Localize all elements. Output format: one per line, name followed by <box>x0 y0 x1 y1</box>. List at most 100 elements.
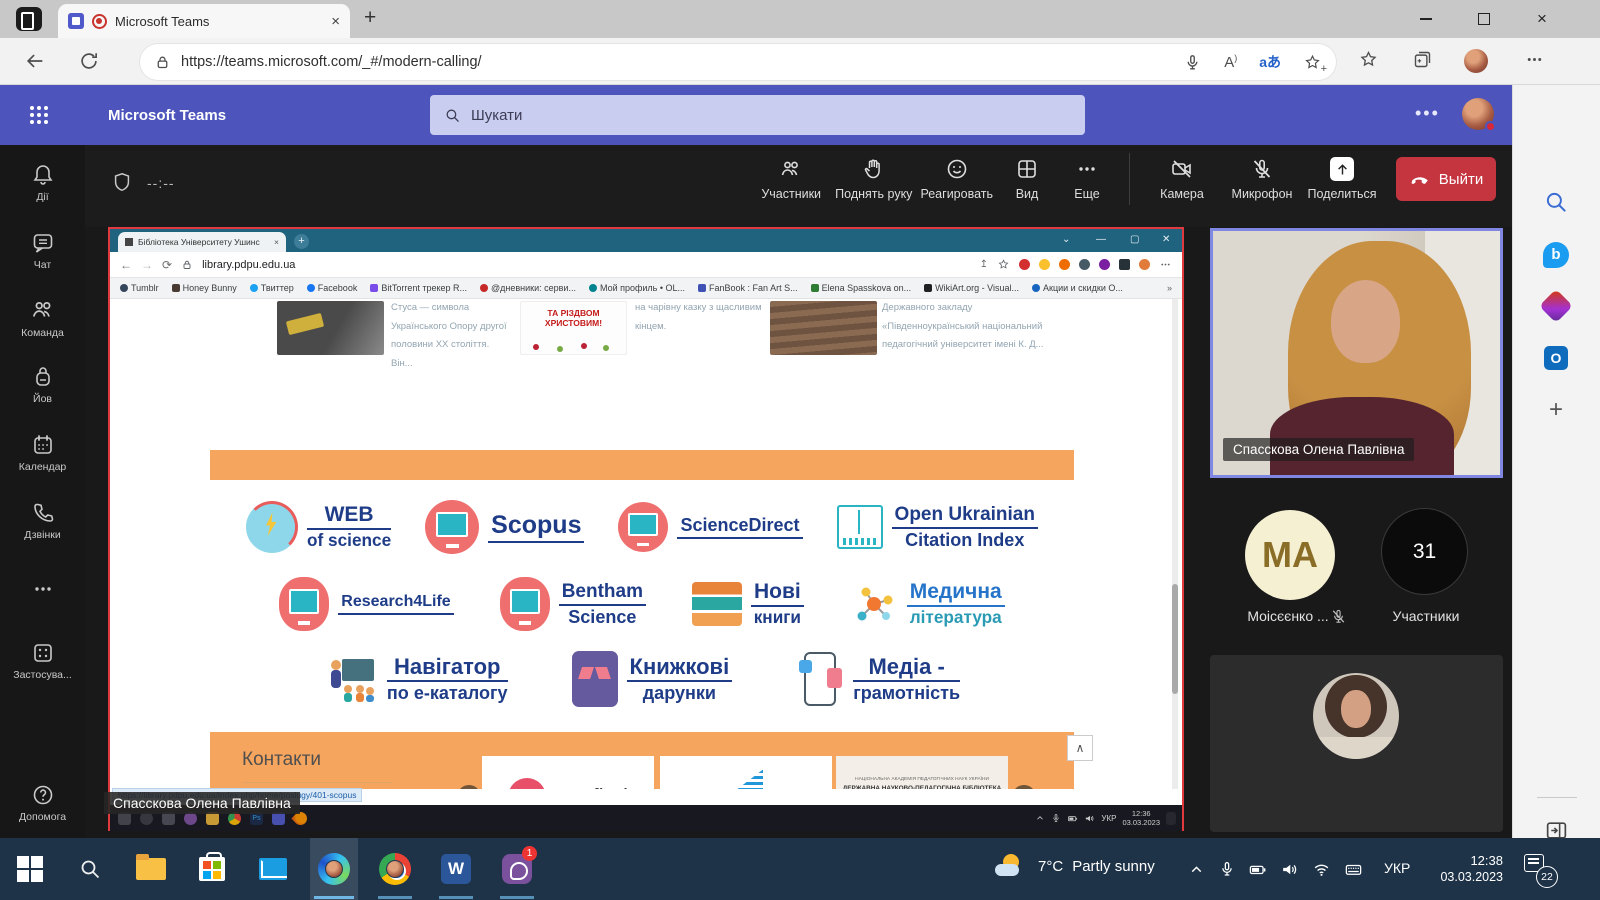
add-favorite-icon[interactable]: + <box>1303 53 1327 75</box>
microsoft365-icon[interactable] <box>1539 289 1573 323</box>
microsoft-store-icon[interactable] <box>188 838 236 900</box>
refresh-icon[interactable] <box>78 50 100 72</box>
window-close-button[interactable]: × <box>1532 9 1552 29</box>
shared-tray-clock[interactable]: 12:36 03.03.2023 <box>1122 809 1160 827</box>
outlook-icon[interactable]: O <box>1541 343 1571 373</box>
share-button[interactable]: Поделиться <box>1306 157 1378 201</box>
chrome-bookmark-icon[interactable] <box>997 258 1010 271</box>
bookmark[interactable]: Elena Spasskova on... <box>810 283 911 293</box>
chrome-back-icon[interactable]: ← <box>120 258 132 272</box>
window-maximize-button[interactable] <box>1474 9 1494 29</box>
resource-book-gifts[interactable]: Книжкові дарунки <box>571 651 733 707</box>
taskbar-search-icon[interactable] <box>66 838 114 900</box>
resource-catalog-navigator[interactable]: Навігатор по е-каталогу <box>324 654 508 704</box>
extension-icon[interactable] <box>1079 259 1090 270</box>
shared-screen[interactable]: Бібліотека Університету Ушинс × + ⌄ — ▢ … <box>108 227 1184 831</box>
chrome-profile-avatar[interactable] <box>1139 259 1150 270</box>
news-thumbnail[interactable] <box>770 301 877 355</box>
tray-clock[interactable]: 12:38 03.03.2023 <box>1428 853 1503 886</box>
extension-icon[interactable] <box>1099 259 1110 270</box>
chrome-minimize-icon[interactable]: — <box>1096 233 1106 247</box>
raise-hand-button[interactable]: Поднять руку <box>835 157 912 201</box>
leave-call-button[interactable]: Выйти <box>1396 157 1496 201</box>
tray-battery-icon[interactable] <box>1248 860 1267 879</box>
camera-button[interactable]: Камера <box>1146 157 1218 201</box>
tray-mic-icon[interactable] <box>1218 860 1236 878</box>
microphone-button[interactable]: Микрофон <box>1226 157 1298 201</box>
chrome-close-icon[interactable]: ✕ <box>1162 233 1170 247</box>
bookmark[interactable]: Tumblr <box>120 283 159 293</box>
news-thumbnail[interactable] <box>277 301 384 355</box>
rail-item-teams[interactable]: Команда <box>0 297 85 339</box>
extension-icon[interactable] <box>1059 259 1070 270</box>
resource-scopus[interactable]: Scopus <box>425 500 585 554</box>
weather-widget[interactable]: 7°C Partly sunny <box>1038 858 1155 875</box>
bookmark[interactable]: Honey Bunny <box>171 283 237 293</box>
voice-search-icon[interactable] <box>1183 53 1202 72</box>
chrome-menu-icon[interactable] <box>1159 258 1172 271</box>
rail-item-calendar[interactable]: Календар <box>0 433 85 473</box>
participant-video-tile[interactable]: Спасскова Олена Павлівна <box>1210 228 1503 478</box>
bing-chat-icon[interactable]: b <box>1541 240 1571 270</box>
browser-settings-icon[interactable] <box>1524 49 1545 70</box>
browser-tab-teams[interactable]: Microsoft Teams × <box>58 4 350 38</box>
rail-item-assignments[interactable]: Йов <box>0 365 85 405</box>
rail-item-chat[interactable]: Чат <box>0 231 85 271</box>
bookmark[interactable]: FanBook : Fan Art S... <box>698 283 798 293</box>
tray-wifi-icon[interactable] <box>1312 860 1331 879</box>
resource-media-literacy[interactable]: Медіа - грамотність <box>796 652 961 706</box>
rail-item-apps[interactable]: Застосува... <box>0 641 85 681</box>
app-launcher-icon[interactable] <box>30 106 48 124</box>
back-icon[interactable] <box>24 50 46 72</box>
resource-medical-literature[interactable]: Медична література <box>850 580 1005 628</box>
sidebar-search-icon[interactable] <box>1541 187 1571 217</box>
chrome-tab-close-icon[interactable]: × <box>274 237 279 247</box>
address-bar[interactable]: https://teams.microsoft.com/_#/modern-ca… <box>140 44 1336 80</box>
chrome-forward-icon[interactable]: → <box>141 258 153 272</box>
shared-tray-chevron-icon[interactable] <box>1035 813 1045 823</box>
chrome-new-tab-button[interactable]: + <box>294 234 309 249</box>
overflow-participants-count[interactable]: 31 <box>1381 508 1468 595</box>
tray-keyboard-icon[interactable] <box>1344 860 1363 879</box>
chrome-tab[interactable]: Бібліотека Університету Ушинс × <box>118 232 286 252</box>
rail-item-calls[interactable]: Дзвінки <box>0 501 85 541</box>
viber-taskbar-icon[interactable]: 1 <box>493 838 541 900</box>
participants-button[interactable]: Участники <box>755 157 827 201</box>
scroll-to-top-button[interactable]: ∧ <box>1067 735 1093 761</box>
shared-tray-battery-icon[interactable] <box>1067 813 1078 824</box>
word-taskbar-icon[interactable]: W <box>432 838 480 900</box>
bookmark[interactable]: Акции и скидки О... <box>1032 283 1123 293</box>
resource-new-books[interactable]: Нові книги <box>691 580 804 628</box>
carousel-next-icon[interactable]: › <box>1012 785 1036 789</box>
tray-chevron-icon[interactable] <box>1188 861 1205 878</box>
shared-notification-icon[interactable] <box>1166 811 1176 825</box>
participant-avatar-initials[interactable]: MA <box>1245 510 1335 600</box>
news-caption[interactable]: Державного закладу «Південноукраїнський … <box>882 299 1052 355</box>
rail-item-more-icon[interactable] <box>0 577 85 601</box>
extension-icon[interactable] <box>1019 259 1030 270</box>
rail-item-help[interactable]: Допомога <box>0 783 85 823</box>
favorites-icon[interactable] <box>1358 49 1379 70</box>
extension-icon[interactable] <box>1039 259 1050 270</box>
partner-card-dntb[interactable]: ДНТБ УКРАЇНИ <box>660 756 832 789</box>
chrome-address-bar[interactable]: ← → ⟳ library.pdpu.edu.ua ↥ <box>110 252 1182 278</box>
resource-web-of-science[interactable]: WEB of science <box>246 501 392 553</box>
browser-profile-avatar[interactable] <box>1464 49 1488 73</box>
add-sidebar-item-icon[interactable]: + <box>1541 395 1571 425</box>
chrome-menu-chevron-icon[interactable]: ⌄ <box>1062 233 1070 247</box>
teams-search-input[interactable]: Шукати <box>430 95 1085 135</box>
shared-tray-lang[interactable]: УКР <box>1101 814 1116 823</box>
tab-close-icon[interactable]: × <box>331 13 340 30</box>
bookmark[interactable]: @дневники: серви... <box>480 283 576 293</box>
start-button[interactable] <box>6 838 54 900</box>
url-text[interactable]: https://teams.microsoft.com/_#/modern-ca… <box>181 54 1173 70</box>
edge-taskbar-icon[interactable] <box>310 838 358 900</box>
bookmarks-overflow-icon[interactable]: » <box>1167 283 1172 293</box>
news-caption[interactable]: на чарівну казку з щасливим кінцем. <box>635 299 767 336</box>
collections-icon[interactable] <box>1412 49 1433 70</box>
file-explorer-icon[interactable] <box>127 838 175 900</box>
resource-ouci[interactable]: Open Ukrainian Citation Index <box>836 504 1038 551</box>
tray-speaker-icon[interactable] <box>1280 860 1299 879</box>
bookmark[interactable]: Мой профиль • OL... <box>588 283 685 293</box>
chrome-taskbar-icon[interactable] <box>371 838 419 900</box>
